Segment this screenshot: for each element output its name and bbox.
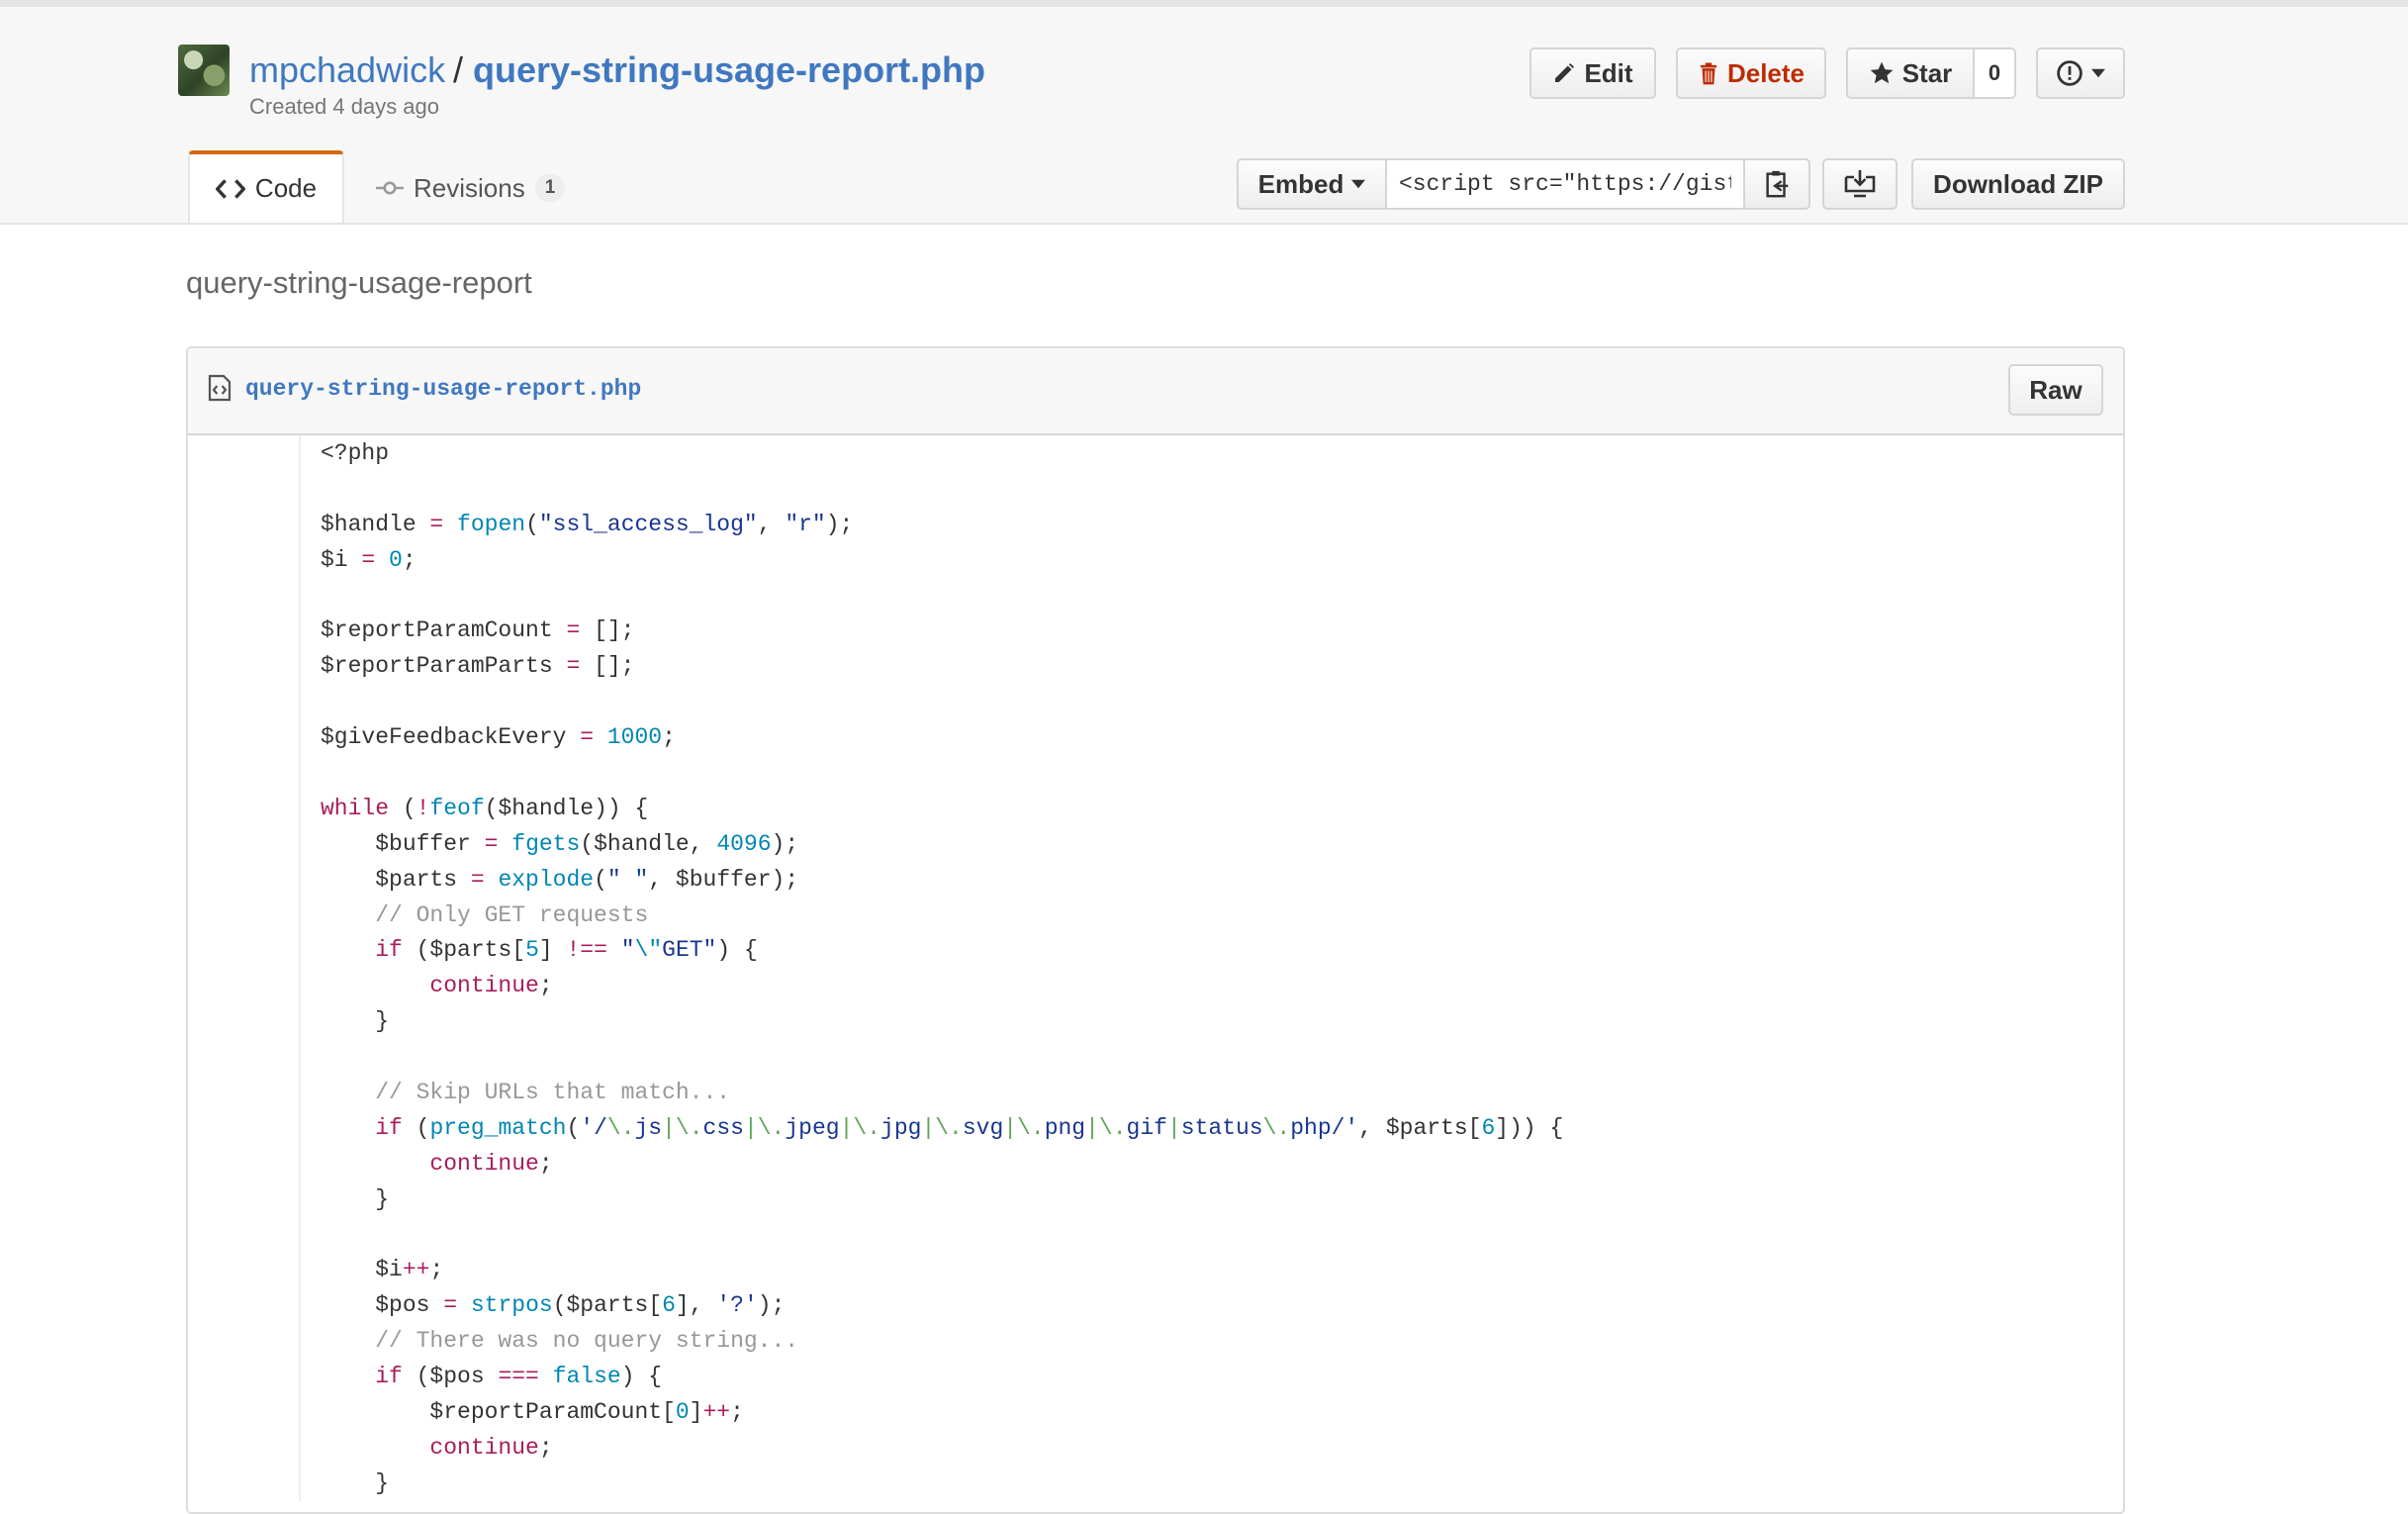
code-line: 15 if ($parts[5] !== "\"GET") { <box>188 932 2123 968</box>
report-menu-button[interactable] <box>2036 47 2125 99</box>
file-container: query-string-usage-report.php Raw 1<?php… <box>186 346 2125 1514</box>
code-line: 21 continue; <box>188 1146 2123 1182</box>
code-text: } <box>321 1469 390 1496</box>
code-line: 28 $reportParamCount[0]++; <box>188 1394 2123 1430</box>
caret-down-icon <box>1351 179 1366 189</box>
code-line: 30 } <box>188 1466 2123 1501</box>
tab-revisions[interactable]: Revisions 1 <box>376 168 566 208</box>
delete-button[interactable]: Delete <box>1676 47 1826 99</box>
code-text: continue; <box>321 973 553 999</box>
code-line: 4$i = 0; <box>188 542 2123 578</box>
code-text: $pos = strpos($parts[6], '?'); <box>321 1292 786 1319</box>
code-line: 16 continue; <box>188 968 2123 1003</box>
code-line: 6$reportParamCount = []; <box>188 613 2123 648</box>
code-text: // Only GET requests <box>321 901 649 928</box>
code-lines: 1<?php23$handle = fopen("ssl_access_log"… <box>188 435 2123 1501</box>
code-line: 8 <box>188 684 2123 719</box>
embed-label: Embed <box>1257 168 1344 199</box>
caret-down-icon <box>2091 68 2105 78</box>
embed-dropdown-button[interactable]: Embed <box>1237 158 1387 210</box>
revisions-counter: 1 <box>534 174 566 202</box>
code-line: 12 $buffer = fgets($handle, 4096); <box>188 826 2123 862</box>
code-line: 11while (!feof($handle)) { <box>188 791 2123 826</box>
raw-button[interactable]: Raw <box>2008 364 2103 416</box>
code-text: } <box>321 1185 390 1212</box>
code-line: 14 // Only GET requests <box>188 898 2123 933</box>
code-line: 7$reportParamParts = []; <box>188 648 2123 684</box>
code-text: // There was no query string... <box>321 1328 799 1355</box>
git-commit-icon <box>376 181 404 195</box>
code-text: <?php <box>321 439 390 466</box>
code-line: 18 <box>188 1039 2123 1075</box>
code-line: 23 <box>188 1217 2123 1253</box>
desktop-download-icon <box>1844 170 1876 198</box>
open-in-desktop-button[interactable] <box>1822 158 1898 210</box>
code-text: $i = 0; <box>321 546 417 573</box>
code-line: 24 $i++; <box>188 1252 2123 1287</box>
owner-link[interactable]: mpchadwick <box>249 49 445 91</box>
tab-code-label: Code <box>254 173 318 203</box>
star-button[interactable]: Star <box>1846 47 1975 99</box>
code-text: continue; <box>321 1434 553 1461</box>
edit-label: Edit <box>1584 57 1633 88</box>
star-icon <box>1870 61 1894 84</box>
path-separator: / <box>453 49 464 90</box>
edit-button[interactable]: Edit <box>1529 47 1656 99</box>
code-text: // Skip URLs that match... <box>321 1079 731 1105</box>
file-code-icon <box>208 374 232 402</box>
gist-description: query-string-usage-report <box>186 265 532 300</box>
code-text: $buffer = fgets($handle, 4096); <box>321 830 799 857</box>
code-line: 9$giveFeedbackEvery = 1000; <box>188 719 2123 755</box>
code-line: 17 } <box>188 1003 2123 1039</box>
line-number-gutter <box>188 435 301 1501</box>
embed-group: Embed <box>1237 158 1810 210</box>
code-line: 3$handle = fopen("ssl_access_log", "r"); <box>188 507 2123 542</box>
top-border <box>0 0 2408 7</box>
code-text: $reportParamCount[0]++; <box>321 1398 744 1425</box>
code-icon <box>215 178 245 199</box>
file-name-link[interactable]: query-string-usage-report.php <box>245 376 641 402</box>
tab-revisions-label: Revisions <box>414 172 525 203</box>
code-line: 13 $parts = explode(" ", $buffer); <box>188 862 2123 898</box>
code-text: continue; <box>321 1150 553 1177</box>
code-text: } <box>321 1008 390 1035</box>
delete-label: Delete <box>1726 57 1806 88</box>
trash-icon <box>1700 62 1717 85</box>
star-label: Star <box>1901 57 1953 88</box>
code-line: 26 // There was no query string... <box>188 1323 2123 1359</box>
code-text: $handle = fopen("ssl_access_log", "r"); <box>321 511 854 537</box>
code-text: $parts = explode(" ", $buffer); <box>321 866 799 893</box>
download-zip-button[interactable]: Download ZIP <box>1911 158 2125 210</box>
code-text: $reportParamCount = []; <box>321 617 635 644</box>
code-text: while (!feof($handle)) { <box>321 795 649 821</box>
code-text: $reportParamParts = []; <box>321 653 635 680</box>
code-text: if ($pos === false) { <box>321 1364 663 1390</box>
pencil-icon <box>1555 62 1575 82</box>
code-line: 1<?php <box>188 435 2123 471</box>
code-line: 5 <box>188 578 2123 614</box>
copy-embed-button[interactable] <box>1745 158 1810 210</box>
clippy-icon <box>1766 170 1789 198</box>
code-text: if ($parts[5] !== "\"GET") { <box>321 937 758 964</box>
code-text: if (preg_match('/\.js|\.css|\.jpeg|\.jpg… <box>321 1114 1564 1141</box>
code-line: 25 $pos = strpos($parts[6], '?'); <box>188 1287 2123 1323</box>
code-viewer: 1<?php23$handle = fopen("ssl_access_log"… <box>188 435 2123 1501</box>
gist-title-link[interactable]: query-string-usage-report.php <box>473 49 985 91</box>
star-count[interactable]: 0 <box>1973 47 2016 99</box>
file-header: query-string-usage-report.php Raw <box>188 348 2123 435</box>
code-line: 22 } <box>188 1182 2123 1217</box>
code-line: 10 <box>188 755 2123 791</box>
embed-code-input[interactable] <box>1387 158 1745 210</box>
avatar[interactable] <box>178 45 230 96</box>
code-text: $giveFeedbackEvery = 1000; <box>321 724 676 751</box>
tab-code[interactable]: Code <box>188 150 344 223</box>
created-timestamp: Created 4 days ago <box>249 94 440 119</box>
code-line: 27 if ($pos === false) { <box>188 1359 2123 1394</box>
code-text: $i++; <box>321 1257 444 1283</box>
code-line: 29 continue; <box>188 1430 2123 1466</box>
code-line: 2 <box>188 471 2123 507</box>
alert-icon <box>2057 60 2083 86</box>
code-line: 20 if (preg_match('/\.js|\.css|\.jpeg|\.… <box>188 1110 2123 1146</box>
code-line: 19 // Skip URLs that match... <box>188 1075 2123 1110</box>
